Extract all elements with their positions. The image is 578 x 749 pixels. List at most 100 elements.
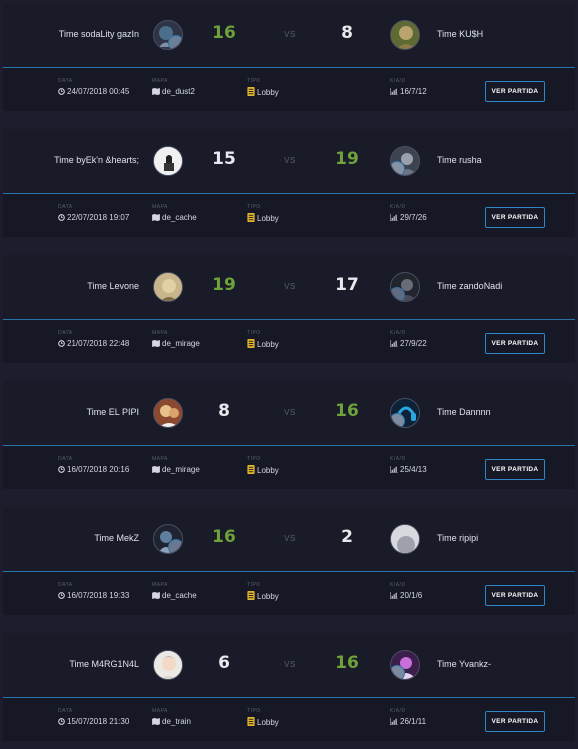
kad-value: 20/1/6 [390,591,422,600]
match-details-row: DATA 22/07/2018 19:07 MAPA de_cache TIPO… [3,194,575,237]
player-mini-avatar [391,665,405,679]
date-text: 24/07/2018 00:45 [67,87,130,96]
clock-icon [58,718,65,725]
match-card: Time MekZ 16 VS 2 Time ripipi DATA 16/07… [3,507,575,615]
date-label: DATA [58,708,73,714]
kad-value: 26/1/11 [390,717,426,726]
right-team-score: 17 [335,275,359,295]
clock-icon [58,214,65,221]
match-card: Time EL PIPI 8 VS 16 Time Dannnn DATA 16… [3,381,575,489]
type-value: Lobby [247,717,279,727]
match-card: Time byEk'n &hearts; 15 VS 19 Time rusha… [3,129,575,237]
right-team-name: Time Yvankz- [437,659,492,669]
kad-text: 25/4/13 [400,465,427,474]
kad-label: K/A/D [390,456,406,462]
type-text: Lobby [257,340,279,349]
match-details-row: DATA 15/07/2018 21:30 MAPA de_train TIPO… [3,698,575,741]
date-label: DATA [58,582,73,588]
vs-label: VS [284,156,296,165]
type-value: Lobby [247,339,279,349]
kad-text: 26/1/11 [400,717,427,726]
left-team-score: 15 [212,149,236,169]
date-text: 16/07/2018 20:16 [67,465,130,474]
map-icon [152,592,160,599]
avatar-image [154,273,182,301]
right-team-avatar [390,272,420,302]
map-label: MAPA [152,78,168,84]
view-match-button[interactable]: VER PARTIDA [485,333,545,354]
kad-text: 29/7/26 [400,213,427,222]
match-teams-row: Time sodaLity gazIn 16 VS 8 Time KU$H [3,3,575,67]
map-value: de_mirage [152,465,200,474]
avatar-image [391,525,419,553]
kad-value: 16/7/12 [390,87,427,96]
vs-label: VS [284,30,296,39]
left-team-avatar [153,146,183,176]
right-team-name: Time Dannnn [437,407,491,417]
left-team-avatar [153,398,183,428]
type-label: TIPO [247,204,261,210]
lobby-icon [247,339,255,348]
map-label: MAPA [152,582,168,588]
date-value: 16/07/2018 19:33 [58,591,129,600]
type-text: Lobby [257,88,279,97]
view-match-button[interactable]: VER PARTIDA [485,81,545,102]
type-value: Lobby [247,465,279,475]
kad-text: 16/7/12 [400,87,427,96]
view-match-button[interactable]: VER PARTIDA [485,207,545,228]
date-text: 21/07/2018 22:48 [67,339,130,348]
clock-icon [58,592,65,599]
type-value: Lobby [247,213,279,223]
right-team-name: Time rusha [437,155,482,165]
date-value: 24/07/2018 00:45 [58,87,129,96]
kad-value: 25/4/13 [390,465,427,474]
right-team-avatar [390,650,420,680]
bar-chart-icon [390,340,398,347]
avatar-image [391,21,419,49]
match-teams-row: Time M4RG1N4L 6 VS 16 Time Yvankz- [3,633,575,697]
clock-icon [58,340,65,347]
kad-text: 27/9/22 [400,339,427,348]
lobby-icon [247,87,255,96]
type-text: Lobby [257,214,279,223]
kad-label: K/A/D [390,582,406,588]
map-value: de_dust2 [152,87,195,96]
player-mini-avatar [168,539,182,553]
map-text: de_mirage [162,339,200,348]
map-icon [152,466,160,473]
avatar-image [154,651,182,679]
map-value: de_mirage [152,339,200,348]
player-mini-avatar [391,161,405,175]
type-label: TIPO [247,78,261,84]
vs-label: VS [284,534,296,543]
map-label: MAPA [152,330,168,336]
match-teams-row: Time byEk'n &hearts; 15 VS 19 Time rusha [3,129,575,193]
type-text: Lobby [257,718,279,727]
bar-chart-icon [390,466,398,473]
date-label: DATA [58,78,73,84]
kad-label: K/A/D [390,330,406,336]
view-match-button[interactable]: VER PARTIDA [485,459,545,480]
kad-value: 27/9/22 [390,339,427,348]
lobby-icon [247,591,255,600]
match-details-row: DATA 16/07/2018 19:33 MAPA de_cache TIPO… [3,572,575,615]
map-value: de_cache [152,213,197,222]
player-mini-avatar [391,287,405,301]
map-value: de_train [152,717,191,726]
date-value: 22/07/2018 19:07 [58,213,129,222]
right-team-avatar [390,20,420,50]
left-team-name: Time EL PIPI [86,407,139,417]
right-team-name: Time zandoNadi [437,281,503,291]
right-team-score: 16 [335,401,359,421]
view-match-button[interactable]: VER PARTIDA [485,711,545,732]
view-match-button[interactable]: VER PARTIDA [485,585,545,606]
map-text: de_mirage [162,465,200,474]
lobby-icon [247,213,255,222]
type-label: TIPO [247,582,261,588]
match-card: Time M4RG1N4L 6 VS 16 Time Yvankz- DATA … [3,633,575,741]
map-icon [152,88,160,95]
type-label: TIPO [247,708,261,714]
player-mini-avatar [168,35,182,49]
map-label: MAPA [152,456,168,462]
date-label: DATA [58,330,73,336]
